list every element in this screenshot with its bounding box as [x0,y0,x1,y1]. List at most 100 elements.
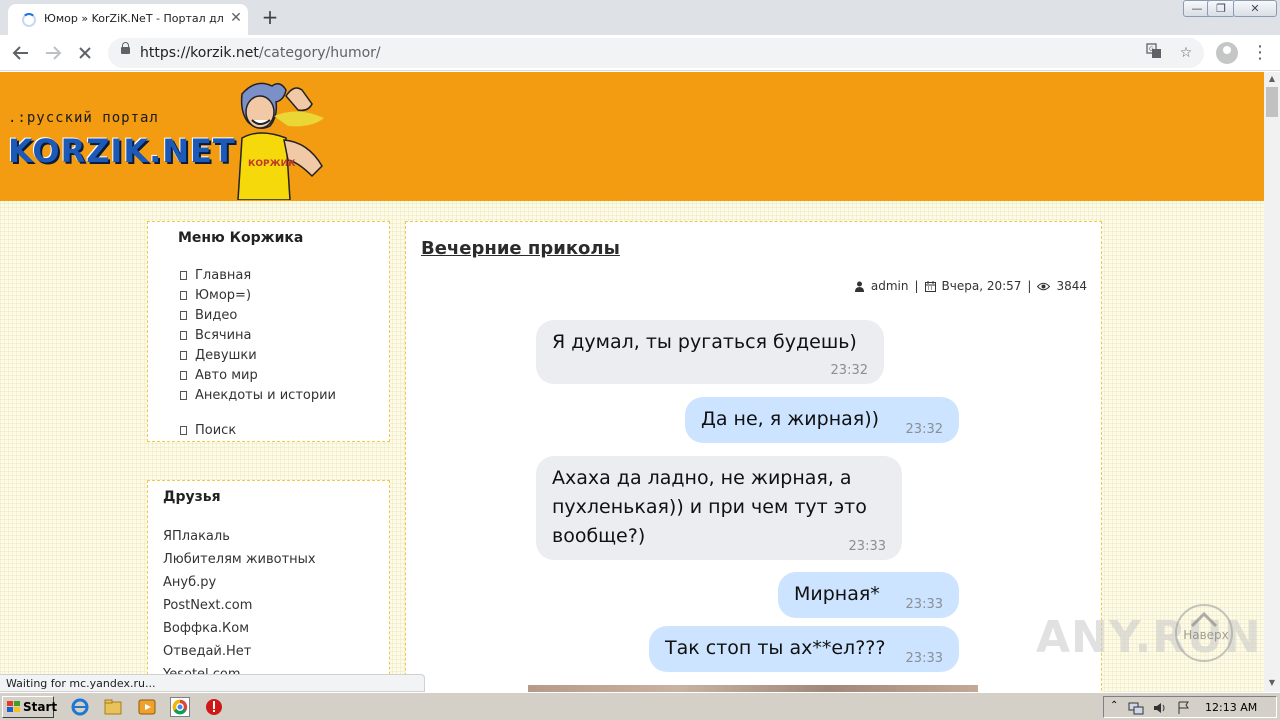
message-text: Я думал, ты ругаться будешь) [552,331,857,353]
bookmark-star-icon[interactable]: ☆ [1176,43,1196,63]
chat-bubble-incoming: Я думал, ты ругаться будешь) 23:32 [536,320,884,384]
back-button[interactable] [8,40,34,66]
user-icon [854,281,864,292]
url-text[interactable]: https://korzik.net/category/humor/ [140,45,381,61]
calendar-icon [924,280,936,292]
post-date: Вчера, 20:57 [941,279,1022,293]
meta-separator: | [1027,279,1032,293]
profile-avatar[interactable] [1216,42,1238,64]
security-warning-icon[interactable] [204,697,224,717]
vertical-scrollbar[interactable]: ▲ ▼ [1264,72,1280,692]
logo-subtitle: .:русский портал [8,110,159,126]
friend-link[interactable]: Отведай.Нет [163,644,251,659]
tab-title: Юмор » KorZiK.NeT - Портал для ру [44,12,224,25]
tray-expand-icon[interactable]: ⌃ [1110,700,1118,711]
post-title[interactable]: Вечерние приколы [421,238,620,259]
status-bubble: Waiting for mc.yandex.ru... [0,674,425,692]
friend-link[interactable]: Воффка.Ком [163,621,249,636]
message-text: Да не, я жирная)) [701,408,880,430]
menu-item-video[interactable]: Видео [180,308,237,323]
bullet-icon [180,371,187,380]
file-explorer-icon[interactable] [103,697,123,717]
internet-explorer-icon[interactable] [70,697,90,717]
menu-item-search[interactable]: Поиск [180,423,236,438]
chat-bubble-outgoing: Мирная* 23:33 [778,572,959,618]
post-meta: admin | Вчера, 20:57 | 3844 [854,279,1087,293]
mascot-character-icon: КОРЖИК [237,82,324,200]
chat-bubble-outgoing: Так стоп ты ах**ел??? 23:33 [649,626,959,672]
friend-link[interactable]: PostNext.com [163,598,252,613]
message-time: 23:32 [905,422,943,437]
sidebar-friends: Друзья ЯПлакаль Любителям животных Ануб.… [147,480,390,692]
friend-link[interactable]: ЯПлакаль [163,529,230,544]
bullet-icon [180,331,187,340]
chrome-icon[interactable] [170,697,190,717]
meta-separator: | [914,279,919,293]
action-center-flag-icon[interactable] [1176,700,1192,716]
message-text: Так стоп ты ах**ел??? [665,637,886,659]
network-icon[interactable] [1128,700,1144,716]
taskbar: Start ⌃ 12:13 AM [0,692,1280,720]
friends-title: Друзья [163,489,221,505]
message-time: 23:33 [905,597,943,612]
loading-spinner-icon [22,13,36,27]
media-player-icon[interactable] [137,697,157,717]
page-viewport: .:русский портал KORZIK.NET КОРЖИК Меню … [0,72,1264,692]
friend-link[interactable]: Любителям животных [163,552,316,567]
message-time: 23:33 [905,651,943,666]
taskbar-clock[interactable]: 12:13 AM [1205,701,1257,714]
tab-close-button[interactable]: ✕ [228,10,244,26]
translate-icon[interactable]: G [1144,43,1164,63]
message-time: 23:33 [848,539,886,554]
forward-button[interactable] [40,40,66,66]
back-arrow-icon [12,46,28,60]
scroll-down-arrow-icon[interactable]: ▼ [1264,676,1280,690]
url-path: /category/humor/ [258,45,381,61]
post-views: 3844 [1056,279,1087,293]
svg-text:G: G [1149,46,1154,53]
scroll-to-top-button[interactable]: Наверх [1175,604,1233,662]
window-close-button[interactable]: ✕ [1233,0,1277,17]
stop-x-icon [79,47,91,59]
menu-item-misc[interactable]: Всячина [180,328,251,343]
start-button[interactable]: Start [2,696,58,718]
browser-tab[interactable]: Юмор » KorZiK.NeT - Портал для ру ✕ [8,4,248,35]
eye-icon [1037,282,1051,290]
bullet-icon [180,311,187,320]
site-logo[interactable]: KORZIK.NET [8,132,236,170]
menu-item-humor[interactable]: Юмор=) [180,288,251,303]
new-tab-button[interactable]: + [258,5,282,29]
bullet-icon [180,291,187,300]
post-author[interactable]: admin [871,279,909,293]
bullet-icon [180,351,187,360]
browser-menu-button[interactable]: ⋮ [1250,40,1270,66]
restore-button[interactable]: ❐ [1207,0,1235,17]
menu-title: Меню Коржика [178,230,304,246]
chat-bubble-outgoing: Да не, я жирная)) 23:32 [685,397,959,443]
site-header: .:русский портал KORZIK.NET КОРЖИК [0,72,1264,201]
scrollbar-thumb[interactable] [1266,87,1278,117]
scroll-up-arrow-icon[interactable]: ▲ [1264,72,1280,86]
post-image [528,685,978,692]
start-label: Start [23,700,58,714]
chevron-up-icon [1190,611,1218,628]
menu-item-girls[interactable]: Девушки [180,348,257,363]
bullet-icon [180,271,187,280]
scroll-to-top-label: Наверх [1183,628,1229,642]
friend-link[interactable]: Ануб.ру [163,575,216,590]
url-host: https://korzik.net [140,45,259,61]
chat-bubble-incoming: Ахаха да ладно, не жирная, а пухленькая)… [536,456,902,560]
menu-item-jokes[interactable]: Анекдоты и истории [180,388,336,403]
stop-loading-button[interactable] [72,40,98,66]
bullet-icon [180,391,187,400]
forward-arrow-icon [46,46,62,60]
sidebar-menu: Меню Коржика Главная Юмор=) Видео Всячин… [147,221,390,442]
browser-toolbar: https://korzik.net/category/humor/ G ☆ ⋮ [0,35,1280,71]
lock-icon [121,42,130,54]
address-bar[interactable]: https://korzik.net/category/humor/ G ☆ [108,38,1204,68]
svg-text:КОРЖИК: КОРЖИК [248,159,296,169]
volume-icon[interactable] [1152,700,1168,716]
message-time: 23:32 [830,363,868,378]
menu-item-auto[interactable]: Авто мир [180,368,258,383]
menu-item-main[interactable]: Главная [180,268,251,283]
